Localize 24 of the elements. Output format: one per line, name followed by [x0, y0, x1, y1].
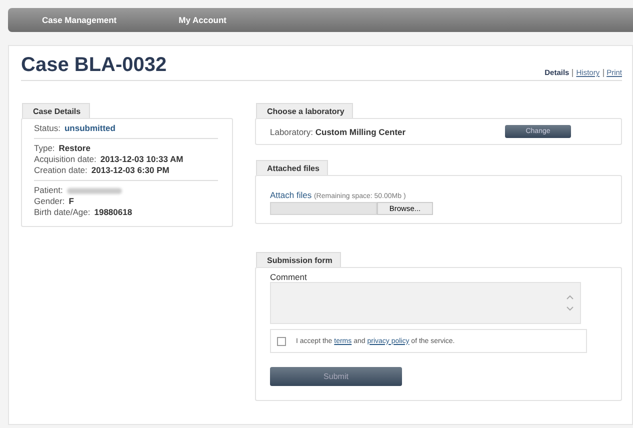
field-label: Laboratory:: [270, 126, 313, 136]
field-value: 19880618: [94, 207, 132, 218]
page-title: Case BLA-0032: [21, 54, 167, 77]
accept-checkbox[interactable]: [277, 336, 286, 346]
field-label: Creation date:: [34, 165, 88, 176]
field-value: 2013-12-03 6:30 PM: [91, 165, 170, 176]
comment-field[interactable]: [270, 282, 581, 324]
field-label: Acquisition date:: [34, 154, 96, 165]
field-value: Restore: [58, 143, 90, 154]
field-value: 2013-12-03 10:33 AM: [100, 154, 184, 165]
field-value: Custom Milling Center: [315, 126, 406, 136]
scroll-arrows-icon: [566, 293, 574, 313]
field-label: Patient:: [34, 185, 63, 196]
nav-link[interactable]: Case Management: [42, 15, 117, 25]
field-label: Type:: [34, 143, 55, 154]
field-label: Attach files: [270, 190, 312, 200]
field-label: Status:: [34, 123, 60, 134]
status-value: unsubmitted: [64, 123, 116, 134]
field-label: Birth date/Age:: [34, 207, 90, 218]
nav-link[interactable]: My Account: [178, 15, 226, 25]
field-label: Gender:: [34, 196, 65, 207]
field-label: Comment: [270, 272, 308, 282]
field-value: F: [68, 196, 74, 207]
file-path-field[interactable]: [270, 202, 377, 215]
